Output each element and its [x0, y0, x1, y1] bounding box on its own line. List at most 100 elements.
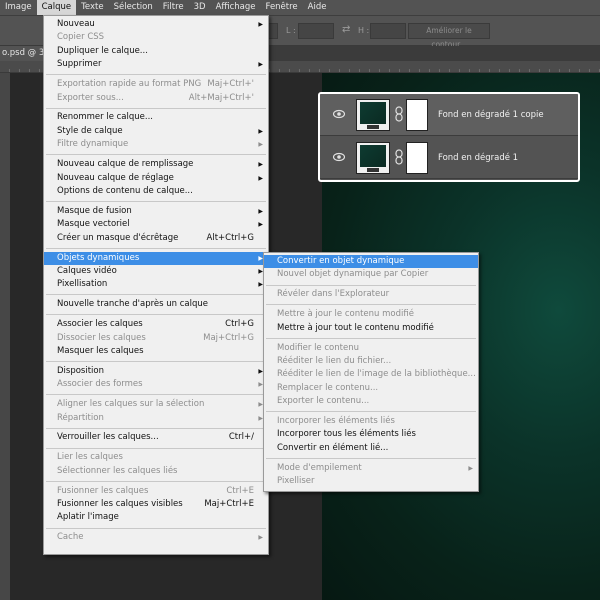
menu-item-options-de-contenu-de-calque[interactable]: Options de contenu de calque... — [44, 185, 268, 198]
menu-item-label: Associer des formes — [57, 379, 143, 390]
menu-item-copier-css[interactable]: Copier CSS — [44, 31, 268, 44]
menu-item-label: Style de calque — [57, 125, 123, 136]
menu-item-label: Renommer le calque... — [57, 112, 153, 123]
menu-item-exporter-le-contenu[interactable]: Exporter le contenu... — [264, 395, 478, 408]
swap-icon[interactable]: ⇄ — [342, 24, 350, 35]
menu-item-fusionner-les-calques[interactable]: Fusionner les calques Ctrl+E — [44, 485, 268, 498]
menu-item-pixellisation[interactable]: Pixellisation ▶ — [44, 278, 268, 291]
menu-item-associer-les-calques[interactable]: Associer les calques Ctrl+G — [44, 318, 268, 331]
menu-item-nouveau-calque-de-reglage[interactable]: Nouveau calque de réglage ▶ — [44, 172, 268, 185]
menu-image[interactable]: Image — [0, 0, 37, 15]
menu-item-calques-video[interactable]: Calques vidéo ▶ — [44, 265, 268, 278]
eye-icon[interactable] — [333, 151, 345, 163]
submenu-arrow-icon: ▶ — [468, 464, 473, 472]
menu-item-cache[interactable]: Cache ▶ — [44, 531, 268, 544]
menu-item-objets-dynamiques[interactable]: Objets dynamiques ▶ — [44, 251, 268, 265]
menu-aide[interactable]: Aide — [303, 0, 332, 15]
menu-item-incorporer-les-elements-lies[interactable]: Incorporer les éléments liés — [264, 415, 478, 428]
menu-item-disposition[interactable]: Disposition ▶ — [44, 365, 268, 378]
layer-mask-thumbnail[interactable] — [406, 99, 428, 131]
layer-row[interactable]: Fond en dégradé 1 copie — [320, 94, 578, 136]
menu-item-convertir-en-element-lie[interactable]: Convertir en élément lié... — [264, 442, 478, 455]
menu-item-reveler-dans-l-explorateur[interactable]: Révéler dans l'Explorateur — [264, 288, 478, 301]
menu-item-aplatir-l-image[interactable]: Aplatir l'image — [44, 511, 268, 524]
menu-item-incorporer-tous-les-elements-lies[interactable]: Incorporer tous les éléments liés — [264, 428, 478, 441]
menu-item-reediter-le-lien-de-l-image-de-la-bibliotheque[interactable]: Rééditer le lien de l'image de la biblio… — [264, 368, 478, 381]
menu-item-exporter-sous[interactable]: Exporter sous... Alt+Maj+Ctrl+' — [44, 92, 268, 105]
menu-item-masque-de-fusion[interactable]: Masque de fusion ▶ — [44, 205, 268, 218]
menu-item-label: Supprimer — [57, 59, 102, 70]
menu-item-nouvelle-tranche-d-apres-un-calque[interactable]: Nouvelle tranche d'après un calque — [44, 298, 268, 311]
menu-item-label: Nouvelle tranche d'après un calque — [57, 299, 209, 310]
menu-item-masque-vectoriel[interactable]: Masque vectoriel ▶ — [44, 218, 268, 231]
menu-item-creer-un-masque-d-ecretage[interactable]: Créer un masque d'écrêtage Alt+Ctrl+G — [44, 232, 268, 245]
menu-item-supprimer[interactable]: Supprimer ▶ — [44, 58, 268, 71]
menu-filtre[interactable]: Filtre — [158, 0, 189, 15]
menu-texte[interactable]: Texte — [76, 0, 108, 15]
menu-item-selectionner-les-calques-lies[interactable]: Sélectionner les calques liés — [44, 465, 268, 478]
chain-link-icon[interactable] — [394, 149, 404, 165]
menu-calque[interactable]: Calque — [36, 0, 77, 15]
menu-item-label: Incorporer les éléments liés — [277, 416, 395, 426]
menu-item-aligner-les-calques-sur-la-selection[interactable]: Aligner les calques sur la sélection ▶ — [44, 398, 268, 411]
menu-item-label: Sélectionner les calques liés — [57, 465, 178, 476]
width-field[interactable] — [298, 23, 334, 39]
submenu-arrow-icon: ▶ — [258, 207, 263, 215]
menu-item-renommer-le-calque[interactable]: Renommer le calque... — [44, 111, 268, 124]
menu-item-label: Rééditer le lien de l'image de la biblio… — [277, 369, 476, 380]
menu-item-label: Masque de fusion — [57, 205, 132, 216]
improve-edge-button[interactable]: Améliorer le contour... — [408, 23, 490, 49]
layer-thumbnail[interactable] — [356, 99, 390, 131]
menu-item-label: Dissocier les calques — [57, 332, 146, 343]
vertical-ruler[interactable] — [0, 73, 10, 600]
height-field[interactable] — [370, 23, 406, 39]
menu-item-shortcut: Ctrl+/ — [228, 432, 254, 443]
menu-item-convertir-en-objet-dynamique[interactable]: Convertir en objet dynamique — [264, 255, 478, 269]
menu-item-dissocier-les-calques[interactable]: Dissocier les calques Maj+Ctrl+G — [44, 332, 268, 345]
menu-item-remplacer-le-contenu[interactable]: Remplacer le contenu... — [264, 382, 478, 395]
menu-item-reediter-le-lien-du-fichier[interactable]: Rééditer le lien du fichier... — [264, 355, 478, 368]
menu-item-verrouiller-les-calques[interactable]: Verrouiller les calques... Ctrl+/ — [44, 431, 268, 444]
layer-name[interactable]: Fond en dégradé 1 — [438, 153, 518, 163]
menu-item-label: Incorporer tous les éléments liés — [277, 429, 416, 440]
menu-item-fusionner-les-calques-visibles[interactable]: Fusionner les calques visibles Maj+Ctrl+E — [44, 498, 268, 511]
menu-item-style-de-calque[interactable]: Style de calque ▶ — [44, 125, 268, 138]
menu-affichage[interactable]: Affichage — [211, 0, 261, 15]
submenu-arrow-icon: ▶ — [258, 161, 263, 169]
layer-name[interactable]: Fond en dégradé 1 copie — [438, 110, 544, 120]
menu-item-label: Répartition — [57, 412, 104, 423]
menu-item-mettre-a-jour-tout-le-contenu-modifie[interactable]: Mettre à jour tout le contenu modifié — [264, 322, 478, 335]
submenu-arrow-icon: ▶ — [258, 61, 263, 69]
menu-item-nouveau[interactable]: Nouveau ▶ — [44, 18, 268, 31]
menu-item-filtre-dynamique[interactable]: Filtre dynamique ▶ — [44, 138, 268, 151]
menu-item-nouveau-calque-de-remplissage[interactable]: Nouveau calque de remplissage ▶ — [44, 158, 268, 171]
menu-item-mode-d-empilement[interactable]: Mode d'empilement ▶ — [264, 462, 478, 475]
menu-item-label: Filtre dynamique — [57, 139, 129, 150]
menu-item-pixelliser[interactable]: Pixelliser — [264, 475, 478, 488]
menu-item-label: Options de contenu de calque... — [57, 185, 193, 196]
menu-3d[interactable]: 3D — [189, 0, 211, 15]
layer-thumbnail[interactable] — [356, 142, 390, 174]
menu-item-exportation-rapide-au-format-png[interactable]: Exportation rapide au format PNG Maj+Ctrl… — [44, 78, 268, 91]
menu-item-modifier-le-contenu[interactable]: Modifier le contenu — [264, 342, 478, 355]
menu-item-label: Convertir en objet dynamique — [277, 256, 405, 266]
menu-item-repartition[interactable]: Répartition ▶ — [44, 412, 268, 425]
menu-item-lier-les-calques[interactable]: Lier les calques — [44, 451, 268, 464]
layer-mask-thumbnail[interactable] — [406, 142, 428, 174]
menu-item-mettre-a-jour-le-contenu-modifie[interactable]: Mettre à jour le contenu modifié — [264, 308, 478, 321]
menu-separator — [46, 361, 266, 363]
chain-link-icon[interactable] — [394, 106, 404, 122]
eye-icon[interactable] — [333, 108, 345, 120]
menu-item-associer-des-formes[interactable]: Associer des formes ▶ — [44, 378, 268, 391]
menu-separator — [266, 411, 476, 413]
menu-item-nouvel-objet-dynamique-par-copier[interactable]: Nouvel objet dynamique par Copier — [264, 268, 478, 281]
menu-item-masquer-les-calques[interactable]: Masquer les calques — [44, 345, 268, 358]
menu-item-dupliquer-le-calque[interactable]: Dupliquer le calque... — [44, 45, 268, 58]
menu-item-label: Copier CSS — [57, 32, 105, 43]
layer-row[interactable]: Fond en dégradé 1 — [320, 137, 578, 179]
menu-item-label: Fusionner les calques — [57, 485, 149, 496]
menu-item-label: Créer un masque d'écrêtage — [57, 232, 179, 243]
menu-fenetre[interactable]: Fenêtre — [261, 0, 303, 15]
menu-selection[interactable]: Sélection — [109, 0, 158, 15]
menu-separator — [46, 314, 266, 316]
